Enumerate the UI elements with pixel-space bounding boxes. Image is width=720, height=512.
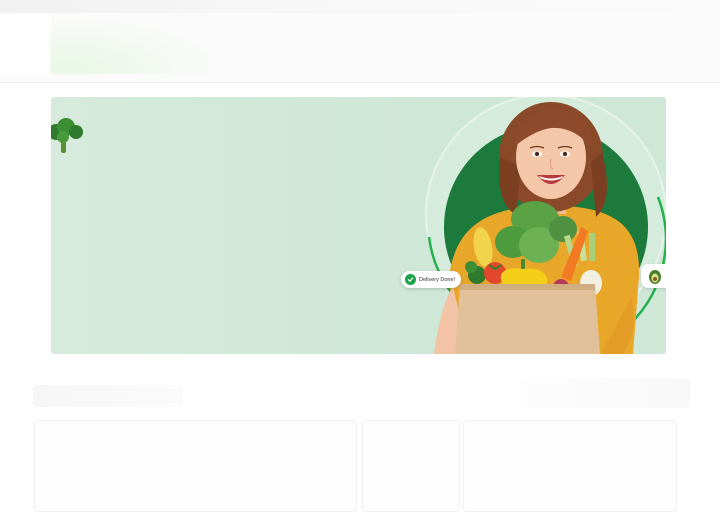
card-placeholder[interactable] xyxy=(34,420,357,512)
header-top-bar xyxy=(0,0,720,13)
avocado-icon xyxy=(649,270,661,284)
card-placeholder[interactable] xyxy=(362,420,460,512)
hero-illustration xyxy=(51,97,666,354)
section-heading-placeholder xyxy=(33,385,183,407)
check-icon xyxy=(405,274,416,285)
side-product-badge xyxy=(641,264,666,288)
hero-banner[interactable]: Delivery Done! xyxy=(51,97,666,354)
header-left-block xyxy=(0,14,52,74)
card-placeholder[interactable] xyxy=(463,420,677,512)
logo-placeholder[interactable] xyxy=(50,14,230,74)
site-header xyxy=(0,0,720,83)
delivery-badge-label: Delivery Done! xyxy=(419,276,456,283)
broccoli-icon xyxy=(51,118,83,153)
delivery-status-badge: Delivery Done! xyxy=(401,271,462,288)
section-action-placeholder xyxy=(520,378,690,408)
